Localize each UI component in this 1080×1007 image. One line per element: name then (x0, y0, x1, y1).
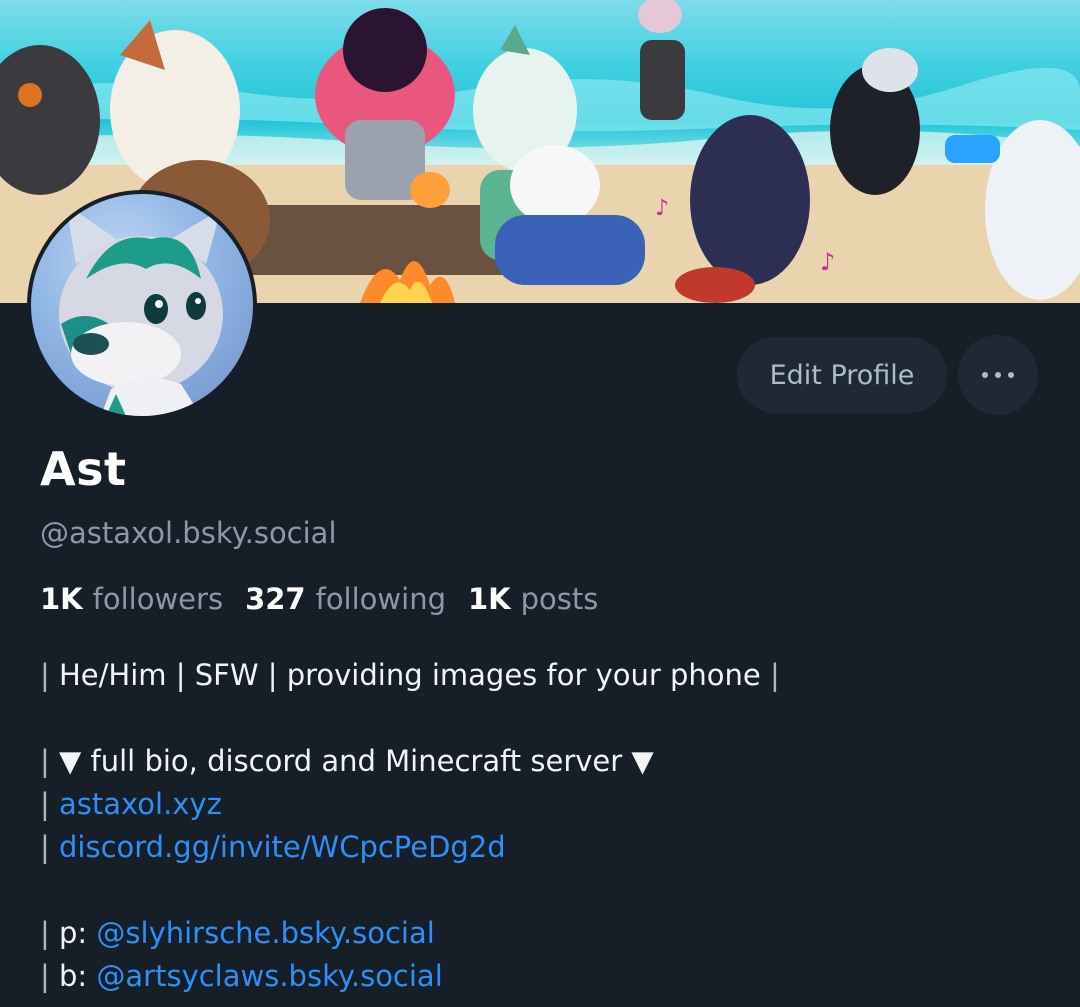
mention-link-artsyclaws[interactable]: @artsyclaws.bsky.social (96, 959, 442, 993)
mention-link-slyhirsche[interactable]: @slyhirsche.bsky.social (96, 916, 434, 950)
profile-page: ♪ ♪ Edit Profile Ast @astaxol.bsky.socia… (0, 0, 1080, 1007)
discord-invite-link[interactable]: discord.gg/invite/WCpcPeDg2d (59, 830, 506, 864)
posts-stat: 1K posts (468, 582, 598, 616)
followers-stat[interactable]: 1K followers (40, 582, 223, 616)
bio-line-4: | discord.gg/invite/WCpcPeDg2d (40, 830, 506, 864)
bio-line-6: | b: @artsyclaws.bsky.social (40, 959, 443, 993)
display-name: Ast (40, 442, 127, 496)
followers-label: followers (92, 582, 224, 616)
following-stat[interactable]: 327 following (245, 582, 446, 616)
avatar-image (31, 194, 253, 416)
bio-line-2: | ▼ full bio, discord and Minecraft serv… (40, 744, 654, 778)
bio-line-5: | p: @slyhirsche.bsky.social (40, 916, 435, 950)
svg-text:♪: ♪ (820, 248, 835, 276)
more-options-button[interactable] (958, 335, 1038, 415)
edit-profile-button[interactable]: Edit Profile (737, 337, 947, 413)
svg-text:♪: ♪ (655, 196, 669, 221)
following-count: 327 (245, 582, 306, 616)
bio-line-1: | He/Him | SFW | providing images for yo… (40, 658, 780, 692)
posts-label: posts (520, 582, 599, 616)
followers-count: 1K (40, 582, 83, 616)
profile-stats: 1K followers 327 following 1K posts (40, 582, 598, 616)
following-label: following (315, 582, 446, 616)
profile-bio: | He/Him | SFW | providing images for yo… (40, 654, 780, 998)
more-options-icon (982, 372, 988, 378)
bio-line-3: | astaxol.xyz (40, 787, 222, 821)
avatar[interactable] (27, 190, 257, 420)
profile-handle: @astaxol.bsky.social (40, 516, 337, 550)
posts-count: 1K (467, 582, 511, 616)
website-link[interactable]: astaxol.xyz (59, 787, 222, 821)
